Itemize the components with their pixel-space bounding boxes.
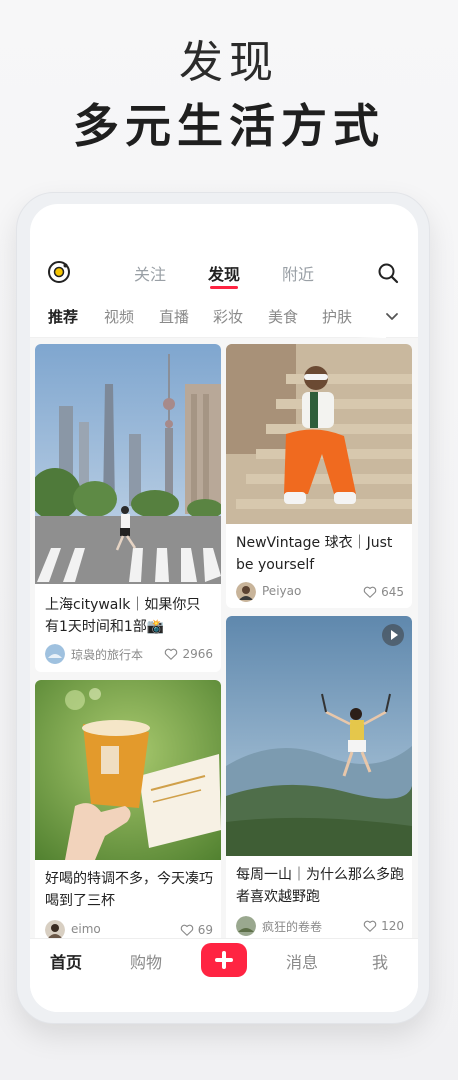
author-name[interactable]: Peiyao xyxy=(262,584,301,598)
heart-icon xyxy=(363,586,377,598)
card-meta: 琼袅的旅行本 2966 xyxy=(45,644,213,664)
play-icon xyxy=(391,630,398,640)
heart-icon xyxy=(363,920,377,932)
promo-subtitle: 发现 xyxy=(179,37,279,88)
category-makeup[interactable]: 彩妆 xyxy=(213,306,243,327)
author-name[interactable]: 琼袅的旅行本 xyxy=(71,646,143,663)
category-row: 推荐 视频 直播 彩妆 美食 护肤 xyxy=(30,294,418,338)
author-name[interactable]: eimo xyxy=(71,922,101,936)
card-title: NewVintage 球衣｜Just be yourself xyxy=(236,535,393,573)
tab-nearby[interactable]: 附近 xyxy=(282,261,314,285)
feed-card[interactable]: 好喝的特调不多，今天凑巧喝到了三杯 eimo 69 xyxy=(35,680,221,938)
feed: 上海citywalk｜如果你只有1天时间和1部📸 琼袅的旅行本 2966 New… xyxy=(30,338,418,938)
card-meta: 疯狂的卷卷 120 xyxy=(236,916,404,936)
bottom-nav: 首页 购物 消息 我 xyxy=(30,938,418,1012)
promo-title: 多元生活方式 xyxy=(73,99,385,153)
video-badge xyxy=(382,624,404,646)
feed-card[interactable]: 上海citywalk｜如果你只有1天时间和1部📸 琼袅的旅行本 2966 xyxy=(35,344,221,672)
avatar[interactable] xyxy=(45,920,65,938)
category-recommend[interactable]: 推荐 xyxy=(48,306,78,327)
category-skincare[interactable]: 护肤 xyxy=(322,306,352,327)
card-meta: Peiyao 645 xyxy=(236,582,404,602)
heart-icon xyxy=(165,648,178,660)
feed-card[interactable]: NewVintage 球衣｜Just be yourself Peiyao 64… xyxy=(226,344,412,608)
author-name[interactable]: 疯狂的卷卷 xyxy=(262,918,322,935)
like-count: 2966 xyxy=(182,647,213,661)
nav-home[interactable]: 首页 xyxy=(50,949,82,973)
card-meta: eimo 69 xyxy=(45,920,213,938)
like-count: 120 xyxy=(381,919,404,933)
like-count: 69 xyxy=(197,923,213,937)
like-button[interactable]: 120 xyxy=(363,918,404,934)
card-image-fashion xyxy=(226,344,412,524)
nav-shop[interactable]: 购物 xyxy=(130,949,162,973)
avatar[interactable] xyxy=(45,644,65,664)
active-tab-indicator xyxy=(210,286,238,289)
category-food[interactable]: 美食 xyxy=(268,306,298,327)
card-image-drink xyxy=(35,680,221,860)
like-button[interactable]: 2966 xyxy=(164,646,213,662)
like-button[interactable]: 645 xyxy=(363,584,404,600)
tab-follow[interactable]: 关注 xyxy=(134,261,166,285)
card-title: 上海citywalk｜如果你只有1天时间和1部📸 xyxy=(45,597,201,635)
card-image-city-street xyxy=(35,344,221,584)
card-title: 每周一山｜为什么那么多跑者喜欢越野跑 xyxy=(236,867,404,905)
camera-logo-icon[interactable] xyxy=(47,260,71,284)
heart-icon xyxy=(180,924,193,936)
tab-discover[interactable]: 发现 xyxy=(208,261,240,285)
like-count: 645 xyxy=(381,585,404,599)
avatar[interactable] xyxy=(236,916,256,936)
app-screen: 关注 发现 附近 推荐 视频 直播 彩妆 美食 护肤 上海citywalk｜如果… xyxy=(30,204,418,1012)
card-title: 好喝的特调不多，今天凑巧喝到了三杯 xyxy=(45,871,213,909)
category-video[interactable]: 视频 xyxy=(104,306,134,327)
top-nav: 关注 发现 附近 xyxy=(30,204,418,294)
avatar[interactable] xyxy=(236,582,256,602)
add-post-button[interactable] xyxy=(201,943,247,977)
like-button[interactable]: 69 xyxy=(180,922,213,938)
chevron-down-icon[interactable] xyxy=(382,306,402,326)
card-image-trail-running xyxy=(226,616,412,856)
category-live[interactable]: 直播 xyxy=(159,306,189,327)
nav-messages[interactable]: 消息 xyxy=(286,949,318,973)
feed-card[interactable]: 每周一山｜为什么那么多跑者喜欢越野跑 疯狂的卷卷 120 xyxy=(226,616,412,938)
search-icon[interactable] xyxy=(376,261,400,285)
nav-me[interactable]: 我 xyxy=(372,949,388,973)
